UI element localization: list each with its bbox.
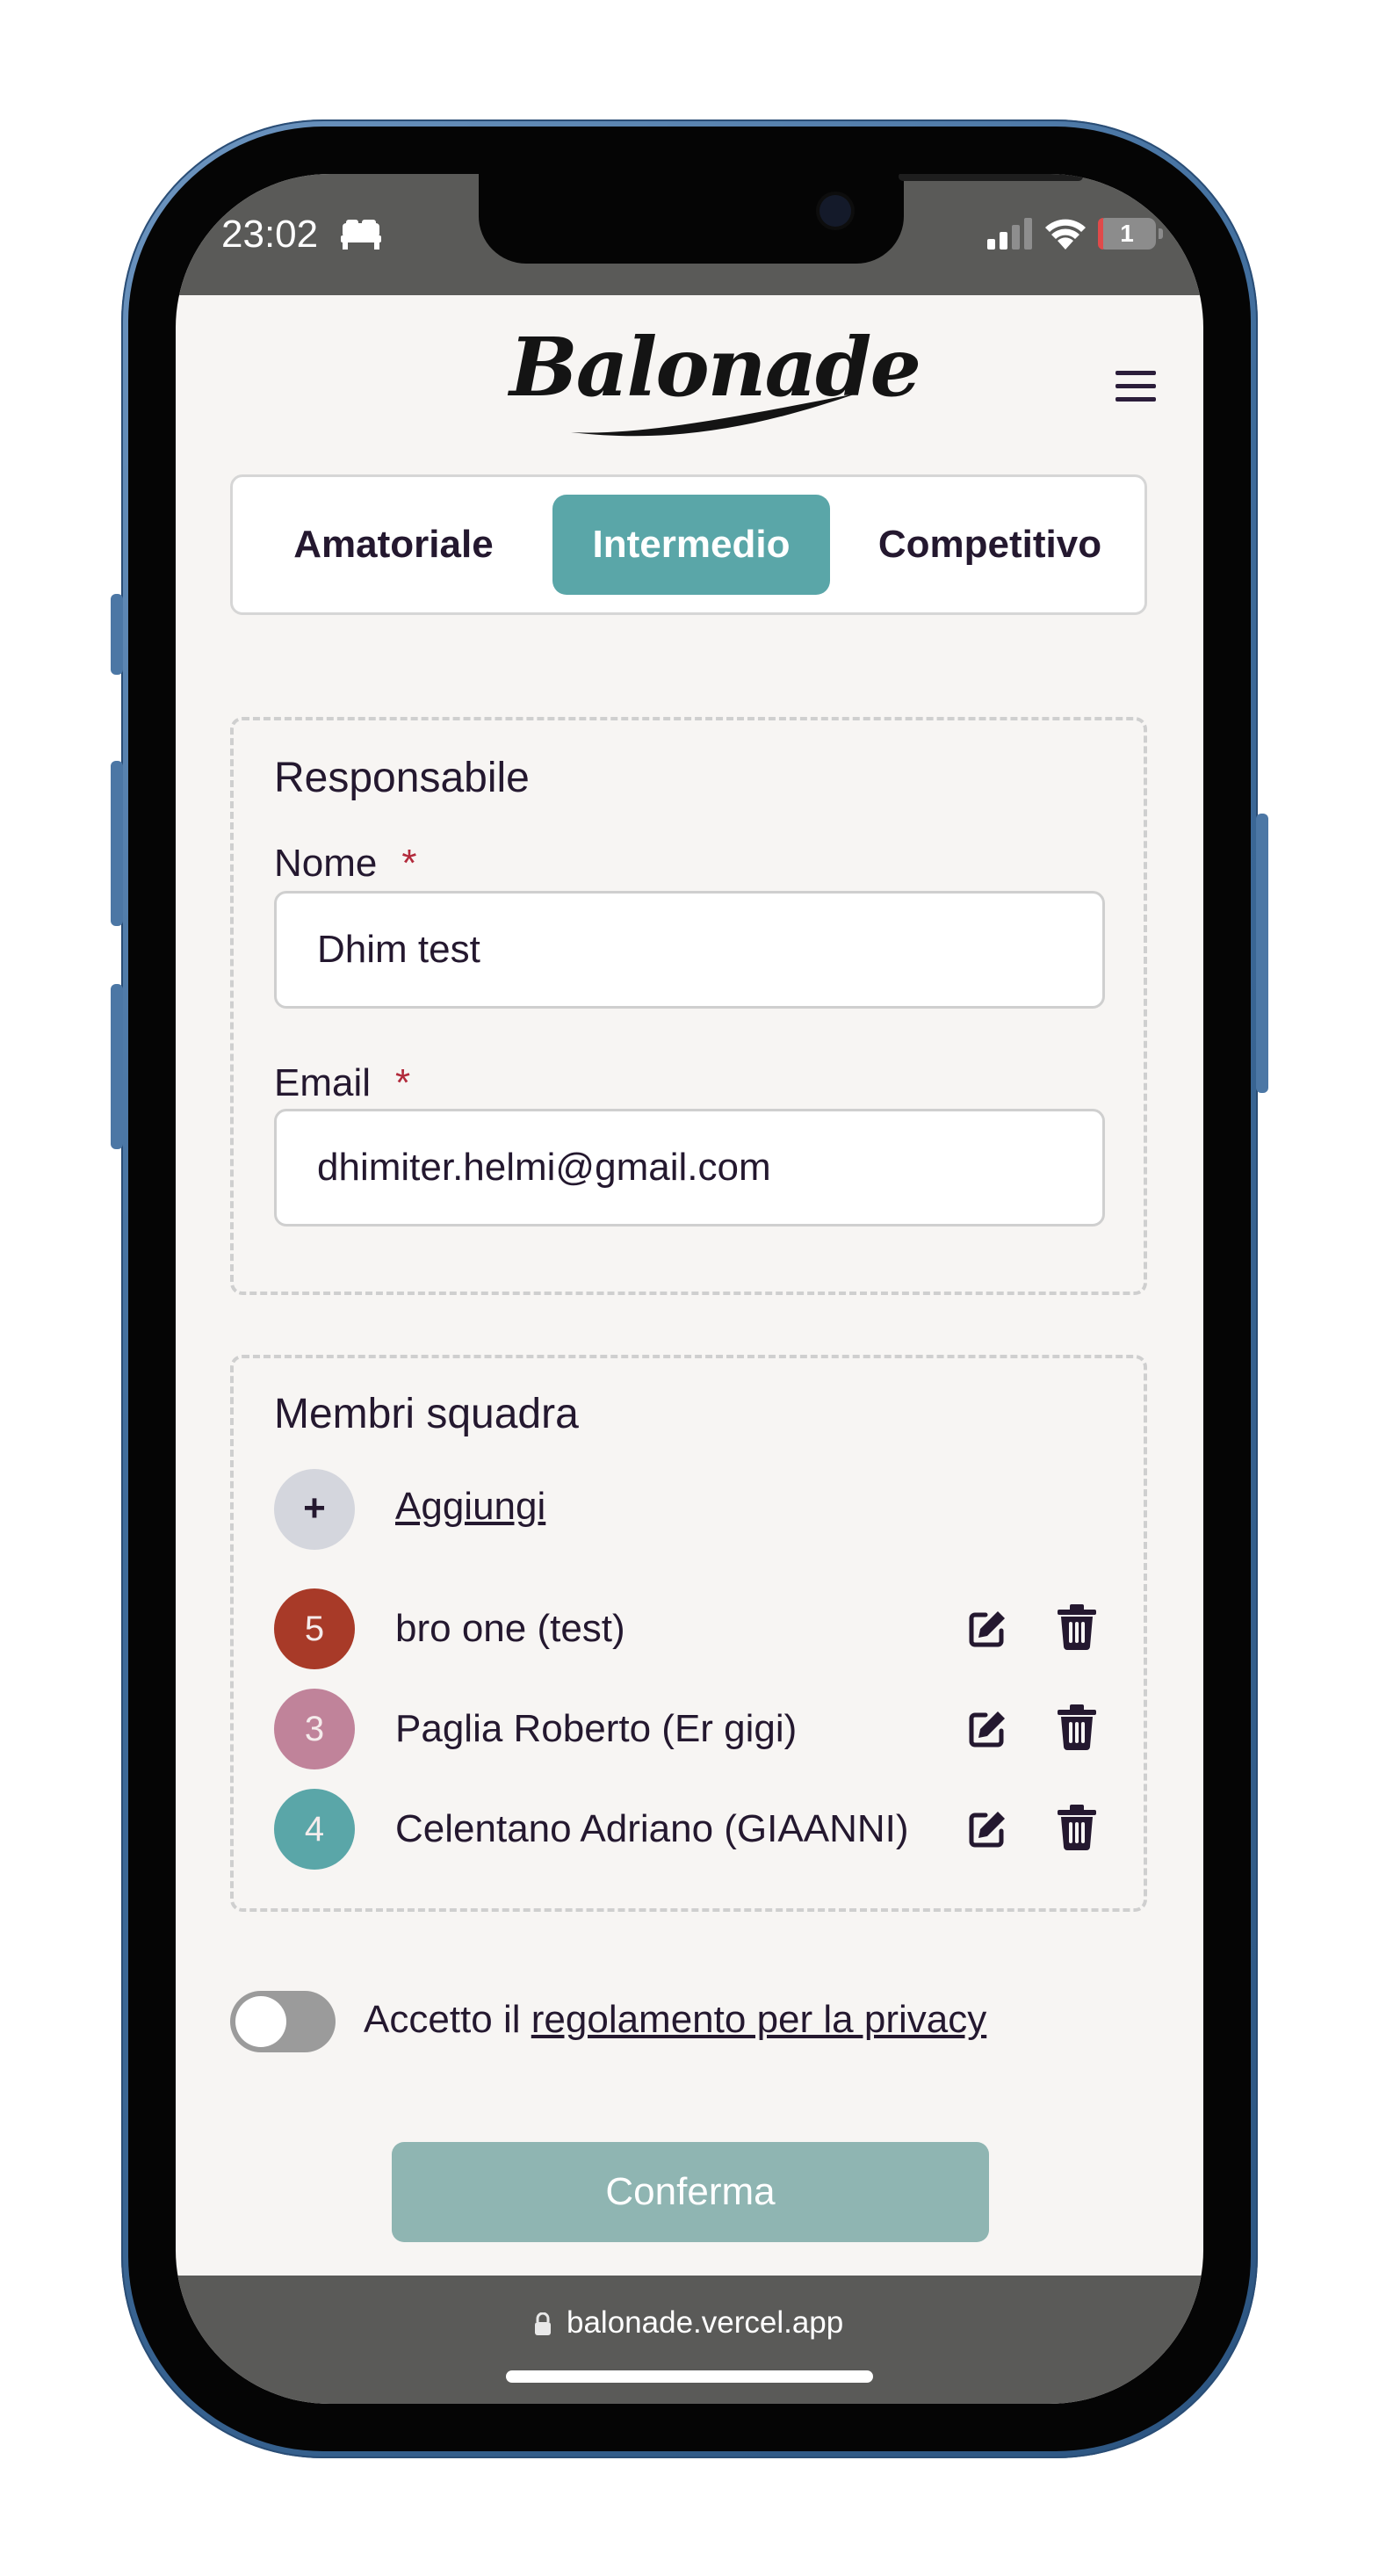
speaker [899, 174, 1083, 181]
volume-up-button [111, 761, 123, 926]
volume-down-button [111, 984, 123, 1149]
member-number-badge: 4 [274, 1789, 355, 1870]
tab-amatoriale[interactable]: Amatoriale [275, 495, 512, 595]
notch [479, 174, 1083, 264]
add-member-button[interactable]: + [274, 1469, 355, 1550]
name-label: Nome * [274, 842, 417, 886]
edit-icon[interactable] [966, 1608, 1008, 1650]
hamburger-menu-icon[interactable] [1115, 369, 1156, 404]
privacy-toggle[interactable] [230, 1991, 336, 2052]
member-number-badge: 5 [274, 1588, 355, 1669]
member-row: 4 Celentano Adriano (GIAANNI) [274, 1789, 1117, 1870]
balonade-logo[interactable]: Balonade [509, 315, 921, 446]
trash-icon[interactable] [1058, 1805, 1096, 1850]
front-camera [819, 195, 851, 227]
lock-icon [535, 2312, 551, 2335]
tab-competitivo[interactable]: Competitivo [855, 495, 1125, 595]
battery-level: 1 [1120, 220, 1134, 247]
logo-swoosh [571, 394, 856, 437]
members-title: Membri squadra [274, 1391, 579, 1437]
wifi-icon [1045, 219, 1086, 250]
privacy-prefix: Accetto il [364, 1998, 531, 2041]
responsabile-title: Responsabile [274, 755, 530, 801]
mute-switch [111, 594, 123, 675]
toggle-knob [235, 1996, 286, 2047]
name-field[interactable]: Dhim test [274, 891, 1105, 1009]
add-member-link[interactable]: Aggiungi [395, 1485, 545, 1529]
email-field[interactable]: dhimiter.helmi@gmail.com [274, 1109, 1105, 1226]
browser-url-bar[interactable]: balonade.vercel.app [176, 2276, 1203, 2404]
signal-icon [987, 218, 1032, 250]
member-row: 3 Paglia Roberto (Er gigi) [274, 1689, 1117, 1769]
member-name: Celentano Adriano (GIAANNI) [395, 1807, 909, 1850]
member-name: bro one (test) [395, 1607, 625, 1650]
privacy-policy-link[interactable]: regolamento per la privacy [531, 1998, 986, 2041]
phone-screen: 23:02 1 Balonade Amatoriale Intermedio C… [176, 174, 1203, 2404]
url-text: balonade.vercel.app [567, 2305, 844, 2340]
power-button [1256, 814, 1268, 1093]
confirm-button[interactable]: Conferma [392, 2142, 989, 2242]
status-time: 23:02 [221, 213, 319, 256]
edit-icon[interactable] [966, 1808, 1008, 1850]
required-marker: * [395, 1061, 411, 1104]
member-name: Paglia Roberto (Er gigi) [395, 1707, 798, 1750]
trash-icon[interactable] [1058, 1704, 1096, 1750]
bed-icon [341, 220, 381, 250]
member-number-badge: 3 [274, 1689, 355, 1769]
email-label: Email * [274, 1061, 410, 1105]
privacy-consent-text: Accetto il regolamento per la privacy [364, 1998, 986, 2042]
battery-nub [1159, 228, 1163, 239]
home-indicator[interactable] [506, 2370, 873, 2383]
status-bar: 23:02 1 [176, 174, 1203, 295]
trash-icon[interactable] [1058, 1604, 1096, 1650]
member-row: 5 bro one (test) [274, 1588, 1117, 1669]
level-tabs: Amatoriale Intermedio Competitivo [230, 474, 1147, 615]
required-marker: * [401, 842, 417, 885]
name-label-text: Nome [274, 842, 378, 885]
edit-icon[interactable] [966, 1708, 1008, 1750]
responsabile-section: Responsabile Nome * Dhim test Email * dhim… [230, 717, 1147, 1295]
tab-intermedio[interactable]: Intermedio [552, 495, 830, 595]
members-section: Membri squadra + Aggiungi 5 bro one (tes… [230, 1355, 1147, 1912]
email-label-text: Email [274, 1061, 372, 1104]
battery-icon: 1 [1098, 218, 1156, 250]
